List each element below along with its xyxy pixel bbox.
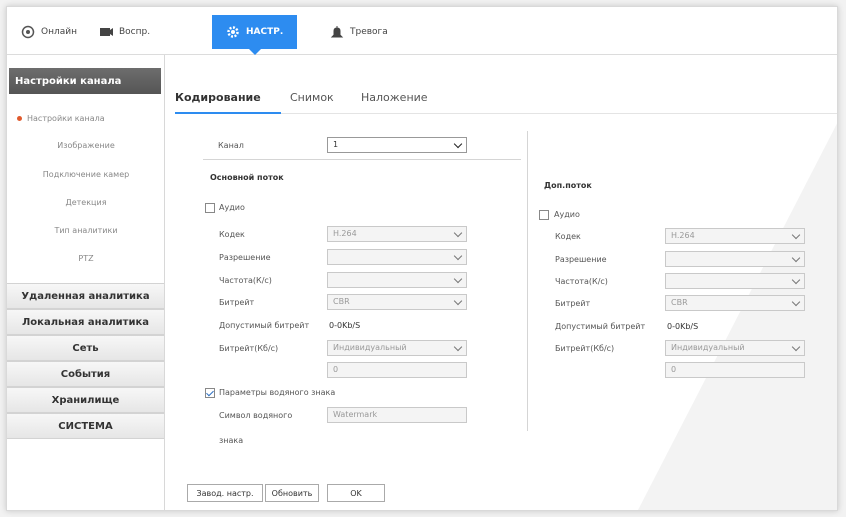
chevron-down-icon xyxy=(453,274,463,284)
chevron-down-icon xyxy=(791,297,801,307)
playback-icon xyxy=(99,25,113,39)
sub-bitrate-type-value: CBR xyxy=(671,298,688,307)
sub-bitrate-custom-input[interactable]: 0 xyxy=(665,362,805,378)
channel-value: 1 xyxy=(333,140,339,149)
refresh-button[interactable]: Обновить xyxy=(265,484,319,502)
nav-playback-label: Воспр. xyxy=(119,27,151,37)
main-bitrate-value: Индивидуальный xyxy=(333,343,407,352)
nav-playback[interactable]: Воспр. xyxy=(99,15,150,49)
nav-live-view[interactable]: Онлайн xyxy=(21,15,77,49)
default-settings-button[interactable]: Завод. настр. xyxy=(187,484,263,502)
main-framerate-select[interactable] xyxy=(327,272,467,288)
main-stream-title: Основной поток xyxy=(210,173,284,182)
main-audio-label: Аудио xyxy=(219,203,245,212)
sub-bitrate-type-label: Битрейт xyxy=(555,299,591,308)
main-bitrate-type-select[interactable]: CBR xyxy=(327,294,467,310)
ok-button[interactable]: OK xyxy=(327,484,385,502)
sidebar-item-channel-settings[interactable]: Настройки канала xyxy=(17,114,105,123)
sidebar-group-remote-analytics[interactable]: Удаленная аналитика xyxy=(7,283,164,309)
main-codec-label: Кодек xyxy=(219,230,245,239)
sidebar-item-image[interactable]: Изображение xyxy=(7,141,165,150)
watermark-char-label: Символ водяного xyxy=(219,411,293,420)
main-resolution-label: Разрешение xyxy=(219,253,271,262)
main-codec-value: H.264 xyxy=(333,229,357,238)
sub-bitrate-range-value: 0-0Kb/S xyxy=(667,322,699,331)
app-window: Онлайн Воспр. НАСТР. Тревога Настройки к… xyxy=(6,6,838,511)
sub-bitrate-value: Индивидуальный xyxy=(671,343,745,352)
chevron-down-icon xyxy=(791,342,801,352)
channel-select[interactable]: 1 xyxy=(327,137,467,153)
sidebar-item-camera-connection[interactable]: Подключение камер xyxy=(7,170,165,179)
main-bitrate-label: Битрейт(Кб/с) xyxy=(219,344,279,353)
column-divider xyxy=(527,131,528,431)
live-view-icon xyxy=(21,25,35,39)
sidebar-group-events[interactable]: События xyxy=(7,361,164,387)
chevron-down-icon xyxy=(453,228,463,238)
channel-label: Канал xyxy=(218,141,244,150)
sub-codec-select[interactable]: H.264 xyxy=(665,228,805,244)
watermark-label: Параметры водяного знака xyxy=(219,388,336,397)
chevron-down-icon xyxy=(791,253,801,263)
sub-audio-checkbox[interactable] xyxy=(539,210,549,220)
sub-codec-value: H.264 xyxy=(671,231,695,240)
sub-codec-label: Кодек xyxy=(555,232,581,241)
main-bitrate-custom-input[interactable]: 0 xyxy=(327,362,467,378)
chevron-down-icon xyxy=(453,342,463,352)
nav-alarm-label: Тревога xyxy=(350,27,388,37)
sub-framerate-label: Частота(К/с) xyxy=(555,277,608,286)
main-bitrate-range-value: 0-0Kb/S xyxy=(329,321,361,330)
tab-overlay[interactable]: Наложение xyxy=(361,91,428,104)
sidebar-item-analytics-type[interactable]: Тип аналитики xyxy=(7,226,165,235)
chevron-down-icon xyxy=(791,230,801,240)
main-framerate-label: Частота(К/с) xyxy=(219,276,272,285)
main-bitrate-type-value: CBR xyxy=(333,297,350,306)
chevron-down-icon xyxy=(453,139,463,149)
sub-bitrate-range-label: Допустимый битрейт xyxy=(555,322,646,331)
main-codec-select[interactable]: H.264 xyxy=(327,226,467,242)
nav-settings[interactable]: НАСТР. xyxy=(212,15,298,55)
main-resolution-select[interactable] xyxy=(327,249,467,265)
sub-framerate-select[interactable] xyxy=(665,273,805,289)
sidebar-header[interactable]: Настройки канала xyxy=(9,68,161,94)
divider xyxy=(203,159,521,160)
active-tab-indicator xyxy=(175,112,281,114)
chevron-down-icon xyxy=(453,251,463,261)
sidebar-group-network[interactable]: Сеть xyxy=(7,335,164,361)
tab-snapshot[interactable]: Снимок xyxy=(290,91,334,104)
main-bitrate-type-label: Битрейт xyxy=(219,298,255,307)
sub-resolution-select[interactable] xyxy=(665,251,805,267)
nav-settings-label: НАСТР. xyxy=(246,27,284,37)
tab-encoding[interactable]: Кодирование xyxy=(175,91,261,104)
chevron-down-icon xyxy=(453,296,463,306)
watermark-char-label-2: знака xyxy=(219,436,244,445)
chevron-down-icon xyxy=(791,275,801,285)
main-audio-checkbox[interactable] xyxy=(205,203,215,213)
nav-alarm[interactable]: Тревога xyxy=(330,15,388,49)
main-bitrate-select[interactable]: Индивидуальный xyxy=(327,340,467,356)
sub-bitrate-select[interactable]: Индивидуальный xyxy=(665,340,805,356)
watermark-checkbox[interactable] xyxy=(205,388,215,398)
sidebar-item-ptz[interactable]: PTZ xyxy=(7,254,165,263)
sidebar-item-detection[interactable]: Детекция xyxy=(7,198,165,207)
gear-icon xyxy=(226,25,240,39)
sub-bitrate-type-select[interactable]: CBR xyxy=(665,295,805,311)
top-navigation: Онлайн Воспр. НАСТР. Тревога xyxy=(7,7,837,55)
nav-live-view-label: Онлайн xyxy=(41,27,77,37)
sidebar: Настройки канала Настройки канала Изобра… xyxy=(7,55,165,510)
sub-stream-title: Доп.поток xyxy=(544,181,592,190)
watermark-input[interactable]: Watermark xyxy=(327,407,467,423)
main-bitrate-range-label: Допустимый битрейт xyxy=(219,321,310,330)
alarm-icon xyxy=(330,25,344,39)
sidebar-group-local-analytics[interactable]: Локальная аналитика xyxy=(7,309,164,335)
sidebar-group-storage[interactable]: Хранилище xyxy=(7,387,164,413)
sub-resolution-label: Разрешение xyxy=(555,255,607,264)
sub-audio-label: Аудио xyxy=(554,210,580,219)
sidebar-group-system[interactable]: СИСТЕМА xyxy=(7,413,164,439)
sub-bitrate-label: Битрейт(Кб/с) xyxy=(555,344,615,353)
